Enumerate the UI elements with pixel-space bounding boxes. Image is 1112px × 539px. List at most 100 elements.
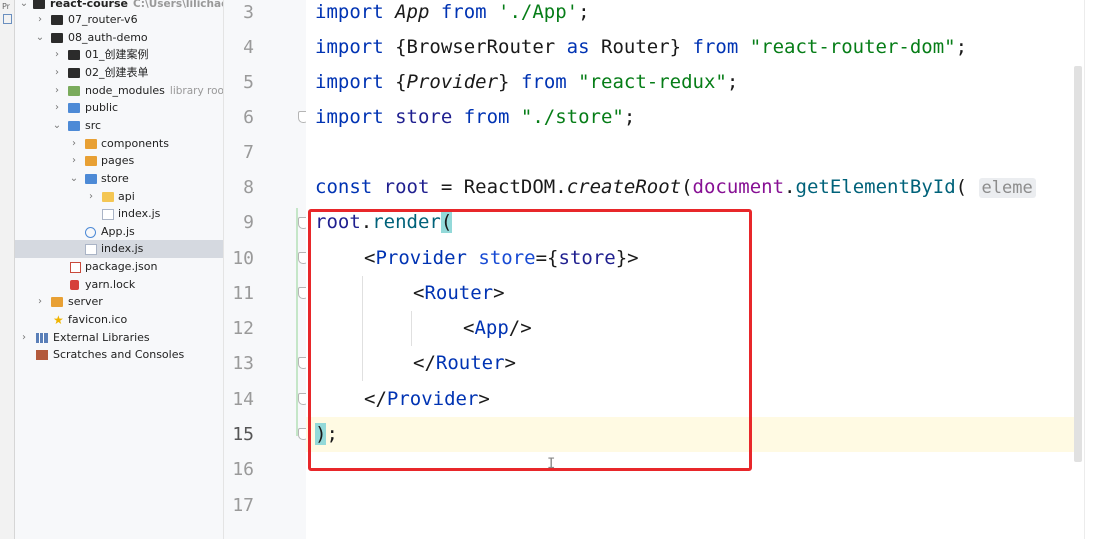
highlight-annotation-box	[308, 209, 752, 471]
line-number: 8	[243, 177, 254, 198]
tree-item-label: 02_创建表单	[85, 66, 149, 79]
tree-item-02[interactable]: › 02_创建表单	[15, 64, 223, 82]
tree-item-node-modules[interactable]: › node_modules library root	[15, 82, 223, 100]
editor-gutter: 3 4 5 6 7 8 9 10 11 12 13 14 15 16 17	[224, 0, 309, 539]
project-tool-label[interactable]: Pr	[2, 2, 10, 11]
tool-window-strip: Pr	[0, 0, 15, 539]
line-number: 5	[243, 72, 254, 93]
line-number: 4	[243, 37, 254, 58]
tree-item-label: 08_auth-demo	[68, 31, 148, 44]
line-number: 3	[243, 2, 254, 23]
line-number: 16	[232, 459, 254, 480]
folder-icon	[51, 15, 63, 25]
folder-icon	[68, 50, 80, 60]
line-number: 17	[232, 495, 254, 516]
project-tool-icon[interactable]	[3, 14, 12, 24]
scratches-icon	[36, 350, 48, 360]
folder-icon	[85, 139, 97, 149]
folder-icon	[68, 86, 80, 96]
tree-item-label: App.js	[101, 225, 135, 238]
folder-icon	[33, 0, 45, 9]
tree-item-pages[interactable]: › pages	[15, 152, 223, 170]
line-number: 14	[232, 389, 254, 410]
project-tree: ⌄ react-courseC:\Users\lilichao\De › 07_…	[15, 0, 224, 539]
tree-item-package-json[interactable]: package.json	[15, 258, 223, 276]
tree-item-scratches[interactable]: Scratches and Consoles	[15, 346, 223, 364]
code-line-8: const root = ReactDOM.createRoot(documen…	[315, 170, 1036, 205]
parameter-hint: eleme	[978, 178, 1036, 198]
tree-item-store[interactable]: ⌄ store	[15, 170, 223, 188]
chevron-right-icon[interactable]: ›	[86, 188, 96, 206]
code-line-3: import App from './App';	[315, 1, 590, 23]
chevron-right-icon[interactable]: ›	[69, 152, 79, 170]
right-tool-strip	[1084, 0, 1112, 539]
chevron-right-icon[interactable]: ›	[35, 293, 45, 311]
line-number: 13	[232, 353, 254, 374]
ide-window: Pr ⌄ react-courseC:\Users\lilichao\De › …	[0, 0, 1112, 539]
tree-item-app-js[interactable]: App.js	[15, 223, 223, 241]
tree-item-store-index[interactable]: index.js	[15, 205, 223, 223]
code-line-6: import store from "./store";	[315, 106, 636, 128]
tree-item-label: server	[68, 295, 103, 308]
tree-item-yarn-lock[interactable]: yarn.lock	[15, 276, 223, 294]
line-number: 11	[232, 283, 254, 304]
tree-item-01[interactable]: › 01_创建案例	[15, 46, 223, 64]
folder-icon	[51, 33, 63, 43]
tree-item-label: pages	[101, 154, 135, 167]
tree-item-favicon[interactable]: ★ favicon.ico	[15, 311, 223, 329]
tree-item-08-auth[interactable]: ⌄ 08_auth-demo	[15, 29, 223, 47]
tree-item-public[interactable]: › public	[15, 99, 223, 117]
chevron-right-icon[interactable]: ›	[52, 82, 62, 100]
line-number: 10	[232, 248, 254, 269]
tree-item-label: src	[85, 119, 102, 132]
chevron-right-icon[interactable]: ›	[52, 46, 62, 64]
chevron-right-icon[interactable]: ›	[35, 11, 45, 29]
library-icon	[36, 333, 48, 343]
tree-item-label: External Libraries	[53, 331, 150, 344]
chevron-right-icon[interactable]: ›	[52, 99, 62, 117]
tree-item-components[interactable]: › components	[15, 135, 223, 153]
tree-item-label: api	[118, 190, 135, 203]
folder-icon	[85, 156, 97, 166]
tree-item-label: components	[101, 137, 169, 150]
tree-item-label: public	[85, 101, 119, 114]
chevron-right-icon[interactable]: ›	[69, 135, 79, 153]
vertical-scrollbar[interactable]	[1074, 66, 1082, 462]
tree-item-label: node_modules library root	[85, 84, 224, 97]
tree-item-src[interactable]: ⌄ src	[15, 117, 223, 135]
chevron-down-icon[interactable]: ⌄	[69, 170, 79, 188]
js-file-icon	[102, 209, 114, 220]
line-number: 7	[243, 142, 254, 163]
tree-item-api[interactable]: › api	[15, 188, 223, 206]
react-file-icon	[85, 227, 96, 238]
tree-item-label: yarn.lock	[85, 278, 136, 291]
line-number: 6	[243, 107, 254, 128]
line-number: 9	[243, 212, 254, 233]
chevron-right-icon[interactable]: ›	[19, 329, 29, 347]
tree-item-label: package.json	[85, 260, 158, 273]
folder-icon	[85, 174, 97, 184]
code-line-5: import {Provider} from "react-redux";	[315, 71, 739, 93]
chevron-down-icon[interactable]: ⌄	[35, 29, 45, 47]
star-icon: ★	[53, 313, 64, 327]
tree-item-label: index.js	[101, 242, 144, 255]
folder-icon	[68, 121, 80, 131]
tree-item-index-js[interactable]: index.js	[15, 240, 223, 258]
folder-icon	[68, 103, 80, 113]
tree-item-label: Scratches and Consoles	[53, 348, 185, 361]
tree-item-external-libraries[interactable]: › External Libraries	[15, 329, 223, 347]
folder-icon	[68, 68, 80, 78]
chevron-right-icon[interactable]: ›	[52, 64, 62, 82]
chevron-down-icon[interactable]: ⌄	[52, 117, 62, 135]
tree-item-label: 01_创建案例	[85, 48, 149, 61]
folder-icon	[51, 297, 63, 307]
tree-item-label: index.js	[118, 207, 161, 220]
line-number: 15	[232, 424, 254, 445]
tree-item-label: store	[101, 172, 129, 185]
js-file-icon	[85, 244, 97, 255]
code-line-4: import {BrowserRouter as Router} from "r…	[315, 36, 968, 58]
tree-item-07-router[interactable]: › 07_router-v6	[15, 11, 223, 29]
lock-icon	[70, 280, 79, 290]
tree-item-server[interactable]: › server	[15, 293, 223, 311]
line-number: 12	[232, 318, 254, 339]
